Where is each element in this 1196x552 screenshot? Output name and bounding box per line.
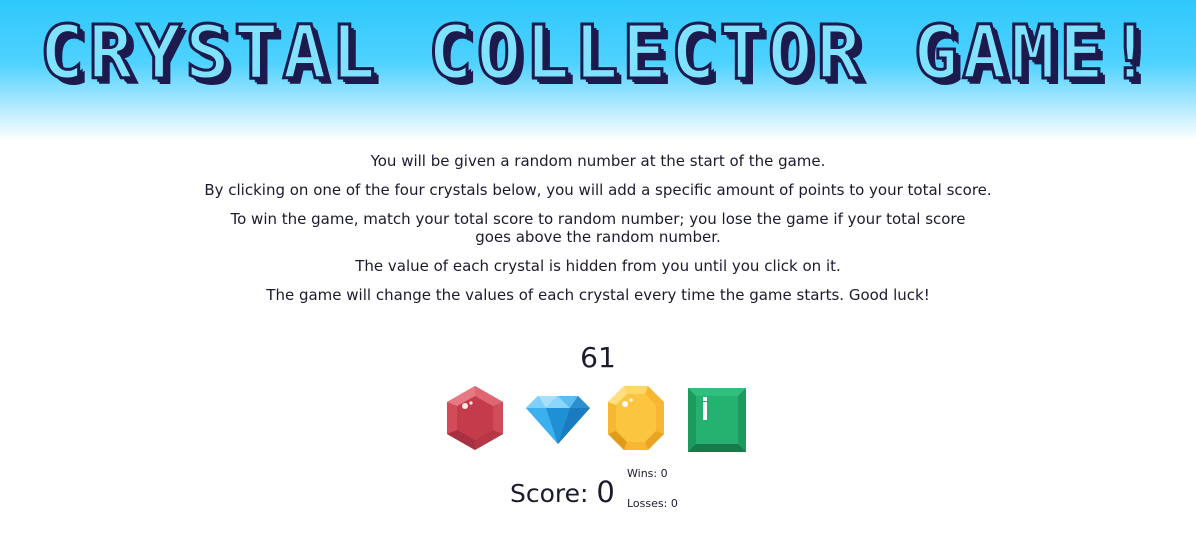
score-display: Score: 0 [510,474,615,512]
yellow-crystal-button[interactable] [606,384,666,452]
score-value: 0 [596,475,615,509]
green-square-crystal-icon [688,388,746,452]
green-crystal-button[interactable] [688,388,746,452]
wins-counter: Wins: 0 [627,467,668,480]
instruction-line: The game will change the values of each … [266,286,930,304]
instructions: You will be given a random number at the… [198,152,998,315]
blue-crystal-button[interactable] [524,384,592,452]
instruction-line: The value of each crystal is hidden from… [355,257,841,275]
instruction-line: To win the game, match your total score … [230,210,966,246]
yellow-octagon-crystal-icon [608,386,664,450]
red-crystal-button[interactable] [443,384,507,452]
header-banner: CRYSTAL COLLECTOR GAME! [0,0,1196,140]
target-number: 61 [580,341,616,374]
losses-counter: Losses: 0 [627,497,678,510]
instruction-line: By clicking on one of the four crystals … [204,181,992,199]
red-hexagon-crystal-icon [447,386,503,450]
blue-diamond-crystal-icon [526,396,590,444]
score-label: Score: [510,479,589,508]
instruction-line: You will be given a random number at the… [370,152,826,170]
game-title: CRYSTAL COLLECTOR GAME! [38,10,1157,96]
